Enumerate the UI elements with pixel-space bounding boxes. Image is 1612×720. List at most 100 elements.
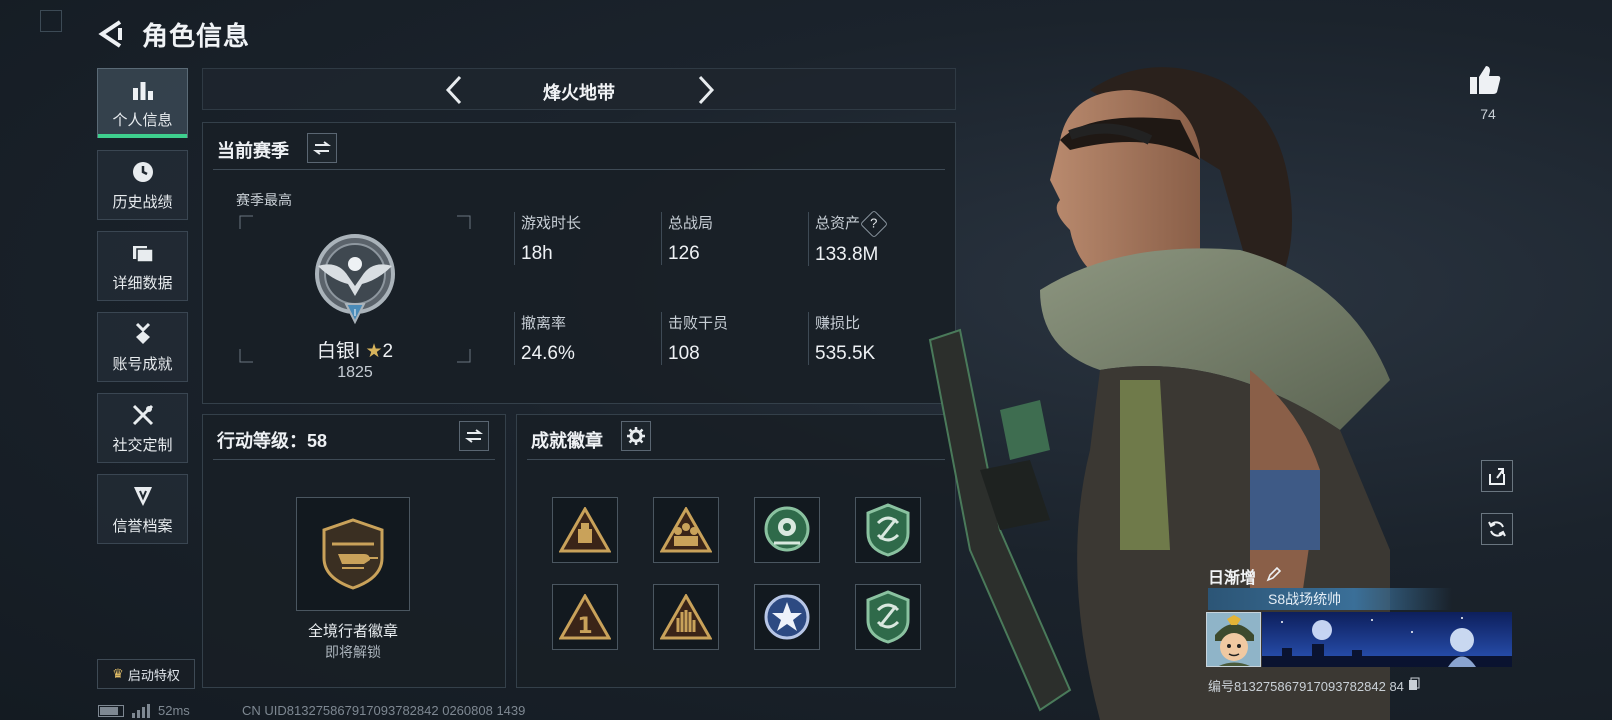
rank-score: 1825 <box>337 364 373 381</box>
triangle-hand-icon <box>660 594 712 640</box>
rank-name: 白银I ★2 <box>296 336 414 363</box>
status-bar: 52ms <box>98 703 190 718</box>
stat-value: 126 <box>668 243 700 264</box>
share-button[interactable] <box>1481 460 1513 492</box>
player-id: 编号813275867917093782842 84 <box>1208 676 1420 695</box>
mode-title: 烽火地带 <box>543 83 615 103</box>
star-icon: ★ <box>365 341 383 362</box>
nav-item-achievements[interactable]: 账号成就 <box>97 312 188 382</box>
battery-icon <box>98 704 124 717</box>
next-mode-button[interactable] <box>689 73 723 107</box>
nav-label: 详细数据 <box>112 274 173 292</box>
achievement-badge[interactable] <box>754 584 820 650</box>
achievement-badge[interactable] <box>653 497 719 563</box>
clock-icon <box>130 159 156 185</box>
achievement-settings-button[interactable] <box>621 421 651 451</box>
achievement-badge[interactable]: 1 <box>552 584 618 650</box>
shield-badge-icon <box>130 483 156 509</box>
uid-line: CN UID813275867917093782842 0260808 1439 <box>242 703 526 718</box>
helicopter-shield-icon <box>322 518 384 590</box>
help-icon[interactable]: ? <box>859 209 889 239</box>
nav-item-history[interactable]: 历史战绩 <box>97 150 188 220</box>
stat-value: 24.6% <box>521 343 575 364</box>
swap-icon <box>313 141 331 155</box>
divider <box>213 459 495 460</box>
rank-tier: 白银I <box>316 341 361 362</box>
swap-icon <box>465 429 483 443</box>
badge-status: 即将解锁 <box>325 644 381 660</box>
player-title-banner: S8战场统帅 <box>1208 588 1452 610</box>
privilege-button[interactable]: ♛ 启动特权 <box>97 659 195 689</box>
season-best-label: 赛季最高 <box>236 192 292 208</box>
ping-value: 52ms <box>158 703 190 718</box>
like-count: 74 <box>1480 106 1496 122</box>
green-rose-icon <box>764 506 810 552</box>
tools-icon <box>130 402 156 428</box>
stat-playtime: 游戏时长 18h <box>514 212 654 265</box>
green-shield-icon <box>866 590 910 644</box>
achievement-title: 成就徽章 <box>531 431 603 451</box>
divider <box>213 169 945 170</box>
badge-name: 全境行者徽章 <box>307 623 398 640</box>
thumbs-up-icon <box>1470 66 1501 94</box>
medal-icon <box>130 321 156 347</box>
crown-icon: ♛ <box>112 666 124 681</box>
share-icon <box>1489 468 1505 485</box>
stat-label: 游戏时长 <box>521 215 582 232</box>
triangle-one-icon: 1 <box>559 594 611 640</box>
triangle-squad-icon <box>660 507 712 553</box>
nav-item-credit[interactable]: 信誉档案 <box>97 474 188 544</box>
stat-extraction-rate: 撤离率 24.6% <box>514 312 654 365</box>
avatar[interactable] <box>1206 612 1261 667</box>
green-shield-icon <box>866 503 910 557</box>
achievement-badge[interactable] <box>855 584 921 650</box>
nav-label: 信誉档案 <box>112 517 173 535</box>
refresh-icon <box>1488 521 1506 537</box>
nav-item-details[interactable]: 详细数据 <box>97 231 188 301</box>
profile-banner <box>1262 612 1512 667</box>
profile-name: 日渐增 <box>1208 564 1282 588</box>
edit-name-icon[interactable] <box>1266 566 1282 587</box>
stat-label: 总战局 <box>668 215 714 232</box>
privilege-label: 启动特权 <box>127 667 180 683</box>
action-level-title: 行动等级：58 <box>217 431 328 451</box>
mode-selector: 烽火地带 <box>202 68 956 110</box>
achievement-badge[interactable] <box>754 497 820 563</box>
stat-label: 击败干员 <box>668 315 729 332</box>
copy-icon[interactable] <box>1408 677 1420 694</box>
svg-text:I: I <box>354 308 357 319</box>
nav-label: 个人信息 <box>112 111 173 129</box>
action-level-switch-button[interactable] <box>459 421 489 451</box>
nav-label: 社交定制 <box>112 436 173 454</box>
svg-text:1: 1 <box>577 614 592 639</box>
stat-operators-defeated: 击败干员 108 <box>661 312 801 365</box>
back-button[interactable] <box>96 18 126 50</box>
like-button[interactable] <box>1468 64 1508 100</box>
gear-icon <box>627 427 645 445</box>
refresh-button[interactable] <box>1481 513 1513 545</box>
page-title: 角色信息 <box>142 21 251 51</box>
nav-label: 账号成就 <box>112 355 173 373</box>
achievement-badge[interactable] <box>552 497 618 563</box>
stat-value: 108 <box>668 343 700 364</box>
nav-label: 历史战绩 <box>112 193 173 211</box>
triangle-cargo-icon <box>559 507 611 553</box>
divider <box>527 459 945 460</box>
blue-star-icon <box>764 594 810 640</box>
achievement-badge[interactable] <box>855 497 921 563</box>
bar-chart-icon <box>130 77 156 103</box>
back-arrow-icon <box>98 20 122 48</box>
achievement-badge[interactable] <box>653 584 719 650</box>
stat-value: 18h <box>521 243 553 264</box>
stat-label-text: 总资产 <box>815 215 861 232</box>
folder-icon <box>130 240 156 266</box>
nav-item-social[interactable]: 社交定制 <box>97 393 188 463</box>
action-badge-slot[interactable] <box>296 497 410 611</box>
nav-item-profile[interactable]: 个人信息 <box>97 68 188 138</box>
player-name: 日渐增 <box>1208 570 1257 587</box>
rank-emblem-icon: I <box>308 230 402 326</box>
rank-stars: 2 <box>382 341 394 362</box>
season-title: 当前赛季 <box>217 141 289 161</box>
stat-total-matches: 总战局 126 <box>661 212 801 265</box>
season-switch-button[interactable] <box>307 133 337 163</box>
